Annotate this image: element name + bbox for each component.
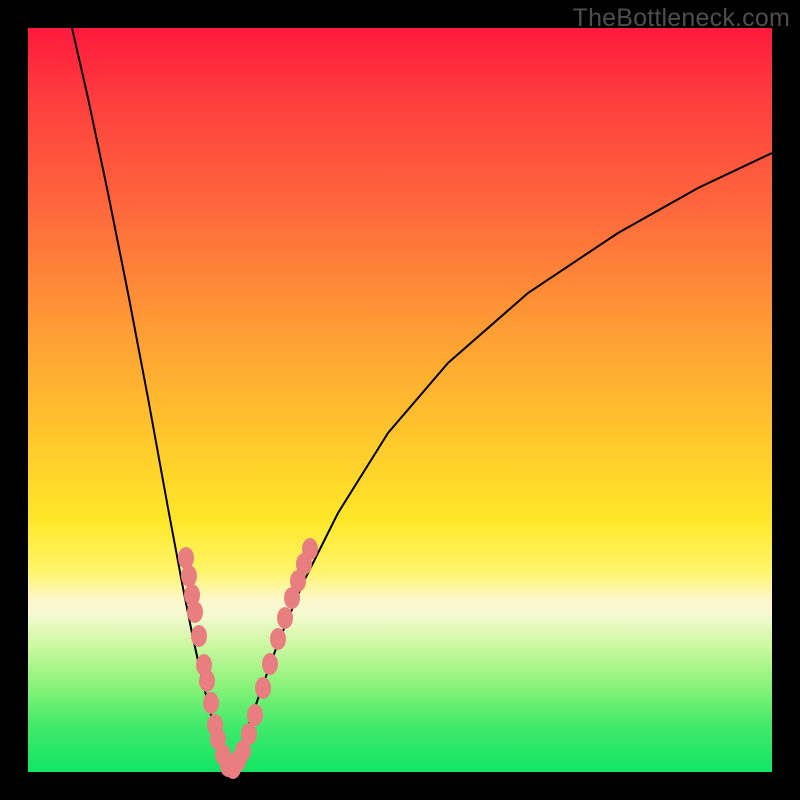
curve-layer [28,28,772,772]
data-marker [247,704,263,726]
data-marker [187,601,203,623]
data-marker [277,607,293,629]
data-marker [181,565,197,587]
plot-area [28,28,772,772]
data-marker [241,723,257,745]
data-marker [302,538,318,560]
chart-frame: TheBottleneck.com [0,0,800,800]
data-marker [191,625,207,647]
marker-group [178,538,318,779]
curve-group [72,28,772,770]
data-marker [255,677,271,699]
curve-right-branch [230,153,772,770]
data-marker [262,653,278,675]
data-marker [270,628,286,650]
data-marker [199,670,215,692]
data-marker [203,692,219,714]
